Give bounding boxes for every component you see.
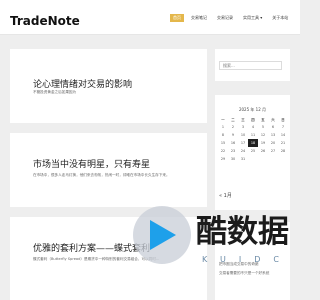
calendar-widget: 2025 年 12 月 一 二 三 四 五 六 日 1 2 3 4 5 6 7 [215,95,290,210]
calendar-day: 4 [251,125,255,129]
calendar-day: 21 [280,141,286,145]
calendar-day [268,155,278,163]
watermark-text: 酷数据 [196,214,289,250]
calendar-day: 22 [220,149,226,153]
calendar-day: 15 [220,141,226,145]
calendar-day: 11 [250,133,256,137]
post-excerpt: 不管投资黄金之后如果因为 [33,90,77,94]
calendar-day: 6 [271,125,275,129]
calendar-day: 27 [270,149,276,153]
watermark-subtext: KUIDC [202,255,292,264]
calendar-day-today: 18 [248,139,258,147]
nav-item-about[interactable]: 关于本站 [269,14,291,22]
calendar-day: 26 [260,149,266,153]
calendar-day: 31 [240,157,246,161]
calendar-weekday: 五 [261,117,265,122]
site-header: TradeNote 首页 交易笔记 交易记录 实用工具 ▾ 关于本站 [0,0,300,35]
post-title[interactable]: 市场当中没有明星，只有寿星 [33,157,150,170]
calendar-day [248,155,258,163]
calendar-day: 16 [230,141,236,145]
calendar-day: 28 [280,149,286,153]
calendar-weekday: 二 [231,117,235,122]
watermark-logo: 酷数据 KUIDC [128,198,289,276]
calendar-day: 7 [281,125,285,129]
nav-item-tools[interactable]: 实用工具 ▾ [240,14,265,22]
post-card: 论心理情绪对交易的影响 不管投资黄金之后如果因为 [10,49,207,123]
calendar-weekday: 六 [271,117,275,122]
nav-item-trade-records[interactable]: 交易记录 [214,14,236,22]
calendar-weekday: 一 [221,117,225,122]
calendar-day: 20 [270,141,276,145]
calendar-day: 8 [221,133,225,137]
calendar-day: 14 [280,133,286,137]
calendar-day: 13 [270,133,276,137]
sidebar-search-widget: 搜索... [215,49,290,81]
calendar-day: 1 [221,125,225,129]
calendar-day: 3 [241,125,245,129]
calendar-weekday: 四 [251,117,255,122]
calendar-day: 5 [261,125,265,129]
post-excerpt: 在市场中，很多人走马灯换，他们来去匆匆，热闹一时，却难在市场中长久生存下来。 [33,173,170,177]
calendar-day: 24 [240,149,246,153]
main-nav: 首页 交易笔记 交易记录 实用工具 ▾ 关于本站 [170,12,291,24]
calendar-day: 10 [240,133,246,137]
calendar-day: 29 [220,157,226,161]
calendar-day: 2 [231,125,235,129]
nav-item-home[interactable]: 首页 [170,14,184,22]
calendar-day [278,155,288,163]
calendar-weekday: 三 [241,117,245,122]
post-card: 市场当中没有明星，只有寿星 在市场中，很多人走马灯换，他们来去匆匆，热闹一时，却… [10,133,207,207]
search-input[interactable]: 搜索... [219,61,282,70]
nav-item-trade-notes[interactable]: 交易笔记 [188,14,210,22]
calendar-day: 17 [240,141,246,145]
calendar-day: 30 [230,157,236,161]
calendar-day: 12 [260,133,266,137]
site-title[interactable]: TradeNote [10,14,80,28]
calendar-caption: 2025 年 12 月 [238,107,267,112]
calendar-day: 23 [230,149,236,153]
calendar-weekday: 日 [281,117,285,122]
calendar-day: 19 [260,141,266,145]
play-icon [150,220,176,250]
calendar-day [258,155,268,163]
calendar-day: 25 [250,149,256,153]
calendar-grid: 一 二 三 四 五 六 日 1 2 3 4 5 6 7 8 9 10 11 12… [218,115,288,163]
calendar-day: 9 [231,133,235,137]
